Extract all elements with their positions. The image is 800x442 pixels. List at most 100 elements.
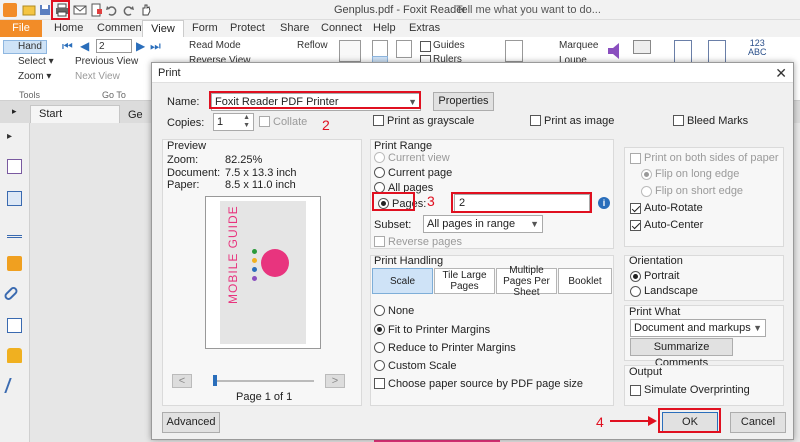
- previous-view-label: Previous View: [75, 56, 139, 67]
- rotate-view-icon[interactable]: [505, 40, 523, 62]
- grayscale-label: Print as grayscale: [387, 115, 475, 127]
- both-sides-checkbox[interactable]: [630, 153, 641, 164]
- collate-checkbox[interactable]: [259, 116, 270, 127]
- long-edge-label: Flip on long edge: [655, 168, 740, 180]
- booklet-button[interactable]: Booklet: [558, 268, 612, 294]
- stepper-arrows-icon[interactable]: ▲ ▼: [243, 114, 250, 130]
- short-edge-radio[interactable]: [641, 186, 652, 197]
- page-number-input[interactable]: [96, 39, 132, 53]
- tab-extras[interactable]: Extras: [409, 22, 440, 34]
- tab-protect[interactable]: Protect: [230, 22, 265, 34]
- start-tab[interactable]: Start: [30, 105, 120, 123]
- fit-to-margins-radio[interactable]: [374, 324, 385, 335]
- paper-size-label: Paper:: [167, 179, 200, 191]
- portrait-radio[interactable]: [630, 271, 641, 282]
- tab-view[interactable]: View: [142, 20, 184, 38]
- tab-help[interactable]: Help: [373, 22, 396, 34]
- hand-button[interactable]: Hand: [3, 40, 47, 54]
- page-display-icon[interactable]: [339, 40, 361, 62]
- prev-page-icon[interactable]: ◀: [80, 39, 89, 53]
- cancel-button[interactable]: Cancel: [730, 412, 786, 433]
- summarize-comments-button[interactable]: Summarize Comments: [630, 338, 733, 369]
- zoom-button[interactable]: Zoom ▾: [5, 71, 51, 82]
- doc-tab-partial[interactable]: Ge: [128, 109, 143, 121]
- ocr-icon[interactable]: 123 ABC: [748, 39, 767, 57]
- reflow-button[interactable]: Reflow: [283, 40, 328, 51]
- comments-icon[interactable]: [7, 256, 22, 271]
- bookmarks-icon[interactable]: [7, 159, 22, 174]
- last-page-icon[interactable]: ⏭: [150, 39, 161, 54]
- pages-icon[interactable]: [7, 191, 22, 206]
- auto-center-checkbox[interactable]: [630, 220, 641, 231]
- advanced-button[interactable]: Advanced: [162, 412, 220, 433]
- preview-prev-button[interactable]: <: [172, 374, 192, 388]
- tile-large-pages-button[interactable]: Tile Large Pages: [434, 268, 495, 294]
- current-view-radio[interactable]: [374, 152, 385, 163]
- select-button[interactable]: Select ▾: [5, 56, 54, 67]
- reduce-to-margins-radio[interactable]: [374, 342, 385, 353]
- grayscale-checkbox[interactable]: [373, 115, 384, 126]
- read-aloud-icon[interactable]: [606, 42, 624, 60]
- pages-input-highlight: [451, 192, 592, 213]
- dialog-title: Print: [158, 67, 181, 79]
- preview-dot: [252, 276, 257, 281]
- next-page-icon[interactable]: ▶: [136, 39, 145, 53]
- tab-connect[interactable]: Connect: [321, 22, 362, 34]
- next-view-button[interactable]: Next View: [62, 71, 120, 82]
- print-what-value: Document and markups: [634, 322, 751, 334]
- info-icon[interactable]: i: [598, 197, 610, 209]
- next-view-label: Next View: [75, 71, 120, 82]
- landscape-radio[interactable]: [630, 286, 641, 297]
- read-mode-label: Read Mode: [189, 40, 241, 51]
- subset-select[interactable]: All pages in range ▼: [423, 215, 543, 233]
- zoom-label: Zoom:: [167, 154, 199, 166]
- previous-view-button[interactable]: Previous View: [62, 56, 138, 67]
- copies-label: Copies:: [167, 117, 205, 129]
- marquee-button[interactable]: Marquee: [545, 40, 598, 51]
- tab-comment[interactable]: Comment: [97, 22, 145, 34]
- custom-scale-radio[interactable]: [374, 360, 385, 371]
- sidebar-toggle-icon[interactable]: ▸: [7, 131, 22, 146]
- scale-none-radio[interactable]: [374, 305, 385, 316]
- title-bar: Genplus.pdf - Foxit Reader Tell me what …: [0, 0, 800, 20]
- expand-icon[interactable]: ▸: [12, 106, 17, 117]
- layers-icon[interactable]: [7, 223, 22, 238]
- current-page-radio[interactable]: [374, 167, 385, 178]
- read-mode-button[interactable]: Read Mode: [175, 40, 241, 51]
- tab-form[interactable]: Form: [192, 22, 218, 34]
- copies-stepper[interactable]: 1 ▲ ▼: [213, 113, 254, 131]
- auto-center-label: Auto-Center: [644, 219, 704, 231]
- reverse-pages-checkbox[interactable]: [374, 236, 385, 247]
- guides-checkbox[interactable]: [420, 41, 431, 52]
- bleed-marks-checkbox[interactable]: [673, 115, 684, 126]
- tab-share[interactable]: Share: [280, 22, 309, 34]
- ribbon-tabs: File Home Comment View Form Protect Shar…: [0, 20, 800, 55]
- properties-button[interactable]: Properties: [433, 92, 494, 111]
- text-viewer-icon[interactable]: [708, 40, 726, 64]
- tab-home[interactable]: Home: [54, 22, 83, 34]
- annotation-step-2: 2: [322, 117, 330, 133]
- print-what-select[interactable]: Document and markups ▼: [630, 319, 766, 337]
- first-page-icon[interactable]: ⏮: [62, 39, 73, 54]
- tell-me-search[interactable]: Tell me what you want to do...: [456, 4, 601, 16]
- split-icon[interactable]: [674, 40, 692, 64]
- security-lock-icon[interactable]: [7, 348, 22, 363]
- multiple-pages-button[interactable]: Multiple Pages Per Sheet: [496, 265, 557, 298]
- close-icon[interactable]: ✕: [775, 65, 787, 82]
- screen-icon[interactable]: [633, 40, 651, 54]
- tab-file[interactable]: File: [0, 20, 42, 37]
- preview-next-button[interactable]: >: [325, 374, 345, 388]
- facing-icon[interactable]: [396, 40, 412, 58]
- auto-rotate-checkbox[interactable]: [630, 203, 641, 214]
- paper-source-checkbox[interactable]: [374, 378, 385, 389]
- document-size-label: Document:: [167, 167, 221, 179]
- tags-icon[interactable]: [4, 378, 25, 393]
- overprinting-checkbox[interactable]: [630, 385, 641, 396]
- attachments-icon[interactable]: [2, 285, 20, 302]
- print-as-image-checkbox[interactable]: [530, 115, 541, 126]
- scale-button[interactable]: Scale: [372, 268, 433, 294]
- long-edge-radio[interactable]: [641, 169, 652, 180]
- preview-slider-thumb[interactable]: [213, 375, 217, 386]
- signatures-icon[interactable]: [7, 318, 22, 333]
- hand-label: Hand: [18, 41, 42, 52]
